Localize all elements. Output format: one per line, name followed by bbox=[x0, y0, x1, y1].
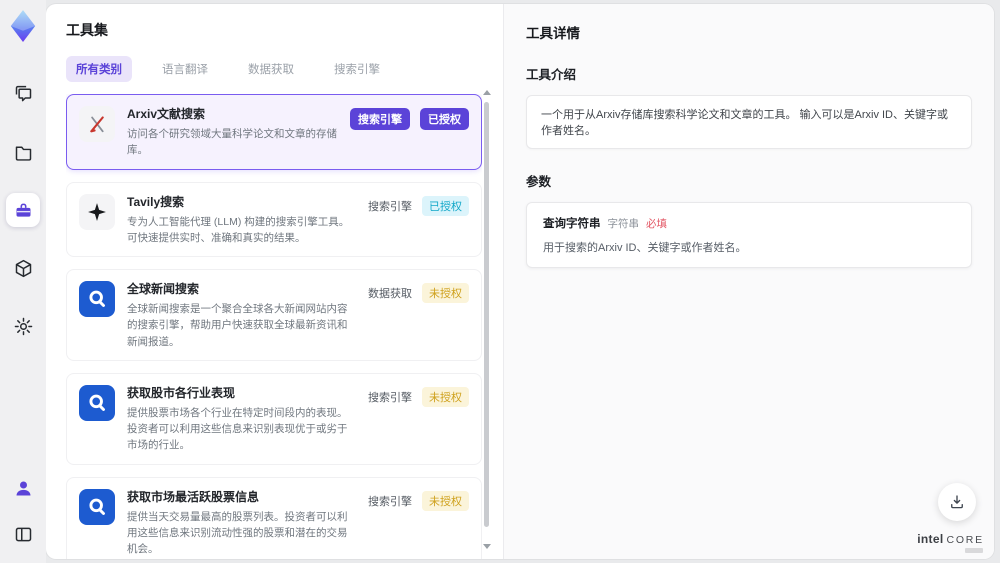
sidebar-item-settings[interactable] bbox=[6, 309, 40, 343]
category-tabs: 所有类别 语言翻译 数据获取 搜索引擎 bbox=[66, 56, 482, 82]
app-logo-icon bbox=[10, 10, 36, 42]
tool-intro-box: 一个用于从Arxiv存储库搜索科学论文和文章的工具。 输入可以是Arxiv ID… bbox=[526, 95, 972, 149]
main-panel: 工具集 所有类别 语言翻译 数据获取 搜索引擎 Arxiv文献搜索 访问各个研究领域大… bbox=[46, 4, 994, 559]
tool-status-badge: 未授权 bbox=[422, 283, 469, 304]
tool-category-label: 数据获取 bbox=[368, 288, 412, 301]
news-search-icon bbox=[89, 498, 105, 515]
tool-icon bbox=[79, 384, 115, 421]
page-title: 工具集 bbox=[66, 22, 108, 38]
sparkle-icon bbox=[88, 202, 106, 221]
tool-list: Arxiv文献搜索 访问各个研究领域大量科学论文和文章的存储库。 搜索引擎 已授… bbox=[66, 94, 482, 559]
profile-icon bbox=[16, 481, 30, 495]
package-icon bbox=[15, 259, 31, 277]
core-wordmark: core bbox=[946, 534, 984, 546]
chat-icon bbox=[15, 85, 31, 101]
sidebar-toggle-icon bbox=[15, 527, 31, 541]
intel-core-logo: intel core bbox=[917, 532, 984, 553]
app-rail bbox=[0, 0, 46, 563]
tool-description: 专为人工智能代理 (LLM) 构建的搜索引擎工具。可快速提供实时、准确和真实的结… bbox=[127, 215, 350, 244]
sidebar-toggle[interactable] bbox=[6, 517, 40, 551]
tool-list-item[interactable]: 获取股市各行业表现 提供股票市场各个行业在特定时间段内的表现。投资者可以利用这些… bbox=[66, 372, 482, 465]
tool-category-label: 搜索引擎 bbox=[368, 200, 412, 213]
tool-title: 获取市场最活跃股票信息 bbox=[127, 489, 260, 504]
tool-description: 提供当天交易量最高的股票列表。投资者可以利用这些信息来识别流动性强的股票和潜在的… bbox=[127, 510, 348, 556]
tools-panel: 工具集 所有类别 语言翻译 数据获取 搜索引擎 Arxiv文献搜索 访问各个研究领域大… bbox=[46, 4, 502, 559]
gear-icon bbox=[14, 317, 32, 335]
parameter-description: 用于搜索的Arxiv ID、关键字或作者姓名。 bbox=[543, 242, 747, 254]
scrollbar-thumb[interactable] bbox=[484, 102, 489, 527]
tool-description: 访问各个研究领域大量科学论文和文章的存储库。 bbox=[127, 128, 337, 157]
download-icon bbox=[951, 495, 963, 509]
sidebar-item-chat[interactable] bbox=[6, 77, 40, 111]
tool-description: 全球新闻搜索是一个聚合全球各大新闻网站内容的搜索引擎，帮助用户快速获取全球最新资… bbox=[127, 303, 348, 348]
tool-title: Arxiv文献搜索 bbox=[127, 107, 206, 121]
tool-list-item[interactable]: 全球新闻搜索 全球新闻搜索是一个聚合全球各大新闻网站内容的搜索引擎，帮助用户快速… bbox=[66, 269, 482, 361]
intro-heading: 工具介绍 bbox=[526, 68, 577, 82]
tool-status-badge: 已授权 bbox=[420, 108, 469, 130]
intel-wordmark: intel bbox=[917, 532, 944, 546]
parameter-required-badge: 必填 bbox=[646, 218, 667, 230]
parameter-name: 查询字符串 bbox=[543, 218, 601, 230]
tool-category-label: 搜索引擎 bbox=[368, 495, 412, 508]
tab-2[interactable]: 数据获取 bbox=[238, 56, 304, 82]
arxiv-logo-icon bbox=[90, 116, 104, 133]
tool-list-item[interactable]: Arxiv文献搜索 访问各个研究领域大量科学论文和文章的存储库。 搜索引擎 已授… bbox=[66, 94, 482, 170]
tool-icon bbox=[79, 488, 115, 525]
detail-title: 工具详情 bbox=[526, 26, 580, 41]
parameter-type: 字符串 bbox=[607, 218, 640, 230]
news-search-icon bbox=[89, 394, 105, 411]
parameter-card: 查询字符串 字符串 必填 用于搜索的Arxiv ID、关键字或作者姓名。 bbox=[526, 202, 972, 268]
sidebar-item-packages[interactable] bbox=[6, 251, 40, 285]
tool-list-scrollbar[interactable] bbox=[482, 90, 492, 551]
tool-description: 提供股票市场各个行业在特定时间段内的表现。投资者可以利用这些信息来识别表现优于或… bbox=[127, 406, 348, 452]
news-search-icon bbox=[89, 290, 105, 308]
tool-icon bbox=[79, 106, 115, 142]
tool-title: 全球新闻搜索 bbox=[127, 282, 200, 297]
tool-status-badge: 已授权 bbox=[422, 195, 469, 216]
toolbox-icon bbox=[16, 203, 30, 217]
tool-status-badge: 未授权 bbox=[422, 490, 469, 511]
tool-detail-panel: 工具详情 工具介绍 一个用于从Arxiv存储库搜索科学论文和文章的工具。 输入可… bbox=[503, 4, 994, 559]
tool-title: Tavily搜索 bbox=[127, 194, 185, 209]
tab-0[interactable]: 所有类别 bbox=[66, 56, 132, 82]
intel-ultra-mark bbox=[965, 548, 983, 553]
folder-icon bbox=[15, 146, 31, 161]
sidebar-item-profile[interactable] bbox=[6, 471, 40, 505]
tool-category-label: 搜索引擎 bbox=[350, 108, 410, 130]
sidebar-item-files[interactable] bbox=[6, 135, 40, 169]
tool-list-item[interactable]: 获取市场最活跃股票信息 提供当天交易量最高的股票列表。投资者可以利用这些信息来识… bbox=[66, 476, 482, 559]
tool-icon bbox=[79, 193, 115, 230]
scroll-up-arrow-icon[interactable] bbox=[483, 90, 491, 95]
tab-1[interactable]: 语言翻译 bbox=[152, 56, 218, 82]
tool-list-item[interactable]: Tavily搜索 专为人工智能代理 (LLM) 构建的搜索引擎工具。可快速提供实… bbox=[66, 181, 482, 258]
tab-3[interactable]: 搜索引擎 bbox=[324, 56, 390, 82]
download-button[interactable] bbox=[938, 483, 976, 521]
scroll-down-arrow-icon[interactable] bbox=[483, 544, 491, 549]
sidebar-item-tools[interactable] bbox=[6, 193, 40, 227]
params-heading: 参数 bbox=[526, 175, 552, 189]
tool-status-badge: 未授权 bbox=[422, 386, 469, 407]
tool-category-label: 搜索引擎 bbox=[368, 391, 412, 404]
tool-icon bbox=[79, 281, 115, 318]
tool-title: 获取股市各行业表现 bbox=[127, 385, 236, 400]
